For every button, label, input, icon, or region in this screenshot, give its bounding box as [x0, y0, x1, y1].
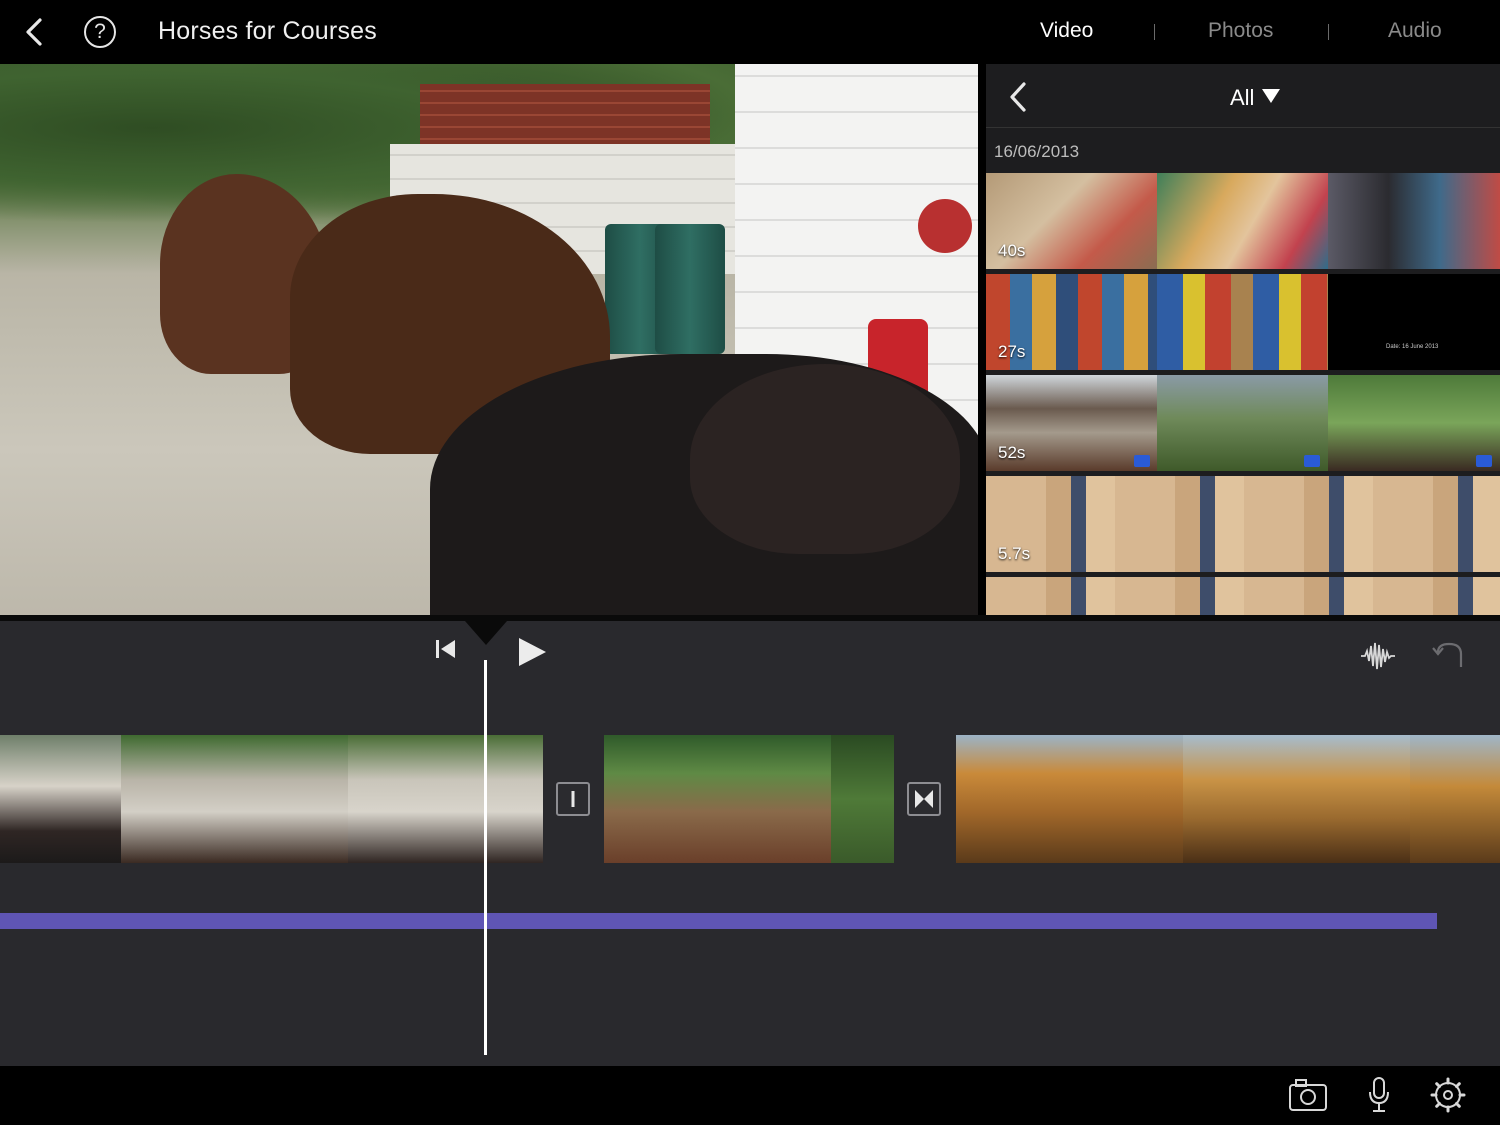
media-source-tabs: Video Photos Audio	[980, 0, 1500, 64]
undo-icon	[1432, 642, 1463, 667]
rewind-button[interactable]	[434, 638, 458, 660]
transition-none-icon	[571, 791, 575, 807]
video-camera-badge-icon	[1304, 455, 1320, 467]
playhead[interactable]	[484, 660, 487, 1055]
title-card-text: Date: 16 June 2013	[1386, 344, 1439, 350]
transition-cross-dissolve-icon	[915, 790, 933, 808]
skip-back-icon	[436, 640, 455, 658]
tab-video[interactable]: Video	[1040, 19, 1093, 43]
browser-clip[interactable]: Date: 16 June 2013 27s	[986, 274, 1500, 370]
microphone-button[interactable]	[1366, 1076, 1392, 1114]
audio-track[interactable]	[0, 913, 1437, 929]
play-icon	[519, 638, 546, 666]
chevron-left-icon	[1010, 82, 1026, 112]
bottom-toolbar	[0, 1066, 1500, 1125]
scene-saddle	[690, 364, 960, 554]
tab-divider	[1154, 24, 1155, 40]
clip-thumbnail	[1328, 375, 1500, 471]
timeline-clip[interactable]	[604, 735, 894, 863]
scene-barrel	[655, 224, 725, 354]
help-button[interactable]: ?	[84, 16, 116, 48]
question-circle-icon: ?	[94, 20, 106, 43]
browser-clip[interactable]: 40s	[986, 173, 1500, 269]
browser-clip[interactable]: 5.7s	[986, 476, 1500, 572]
clip-thumbnail	[1157, 375, 1328, 471]
clip-frame	[0, 735, 121, 863]
clip-thumbnail	[986, 577, 1500, 615]
waveform-icon	[1361, 642, 1395, 670]
camera-icon	[1289, 1079, 1327, 1111]
timeline-clip[interactable]	[956, 735, 1500, 863]
filter-label: All	[1230, 85, 1255, 110]
title-card-thumbnail	[1328, 274, 1500, 370]
project-title: Horses for Courses	[158, 17, 377, 45]
clip-frame	[348, 735, 543, 863]
clip-duration: 5.7s	[998, 544, 1031, 563]
date-group-header: 16/06/2013	[994, 142, 1080, 161]
clip-frame	[956, 735, 1183, 863]
timeline-clip[interactable]	[0, 735, 543, 863]
audio-waveform-button[interactable]	[1360, 640, 1396, 672]
video-camera-badge-icon	[1476, 455, 1492, 467]
top-bar: ? Horses for Courses Video Photos Audio	[0, 0, 1500, 64]
clip-thumbnail	[986, 476, 1500, 572]
transition-button[interactable]	[907, 782, 941, 816]
camera-button[interactable]	[1288, 1078, 1328, 1112]
browser-header: All	[986, 64, 1500, 128]
undo-button[interactable]	[1430, 640, 1468, 670]
transition-button[interactable]	[556, 782, 590, 816]
clip-thumbnail	[1157, 274, 1328, 370]
tab-photos[interactable]: Photos	[1208, 19, 1273, 43]
filter-dropdown[interactable]: All	[1230, 85, 1281, 111]
tab-divider	[1328, 24, 1329, 40]
playhead-marker	[465, 621, 507, 645]
chevron-left-icon	[26, 18, 42, 46]
clip-duration: 52s	[998, 443, 1026, 462]
clip-frame	[604, 735, 831, 863]
clip-thumbnail	[1328, 173, 1500, 269]
settings-button[interactable]	[1430, 1077, 1466, 1113]
clip-frame	[1410, 735, 1500, 863]
triangle-down-icon	[1262, 89, 1281, 103]
clip-duration: 27s	[998, 342, 1026, 361]
scene-bell	[918, 199, 972, 253]
video-viewer[interactable]	[0, 64, 978, 615]
microphone-icon	[1369, 1077, 1389, 1112]
browser-back-button[interactable]	[1004, 80, 1034, 114]
browser-clip[interactable]: 52s	[986, 375, 1500, 471]
clip-frame	[121, 735, 348, 863]
back-button[interactable]	[18, 14, 54, 50]
clip-frame	[831, 735, 894, 863]
tab-audio[interactable]: Audio	[1388, 19, 1442, 43]
gear-icon	[1430, 1077, 1466, 1113]
media-browser: All 16/06/2013 40s Date: 16 June 2013 27…	[986, 64, 1500, 615]
play-button[interactable]	[516, 636, 548, 668]
clip-thumbnail	[1157, 173, 1328, 269]
clip-duration: 40s	[998, 241, 1026, 260]
video-camera-badge-icon	[1134, 455, 1150, 467]
clip-frame	[1183, 735, 1410, 863]
browser-clip[interactable]	[986, 577, 1500, 615]
